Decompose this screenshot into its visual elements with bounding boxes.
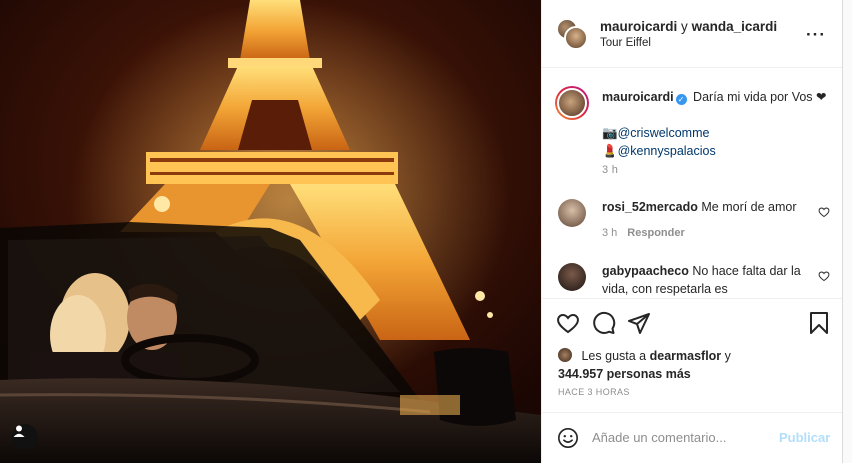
comment-text: Me morí de amor <box>701 200 797 214</box>
likes-count[interactable]: 344.957 personas más <box>558 367 691 381</box>
bookmark-icon[interactable] <box>808 311 830 335</box>
heart-icon[interactable] <box>556 311 580 335</box>
avatar[interactable] <box>558 199 586 227</box>
user-tag-icon[interactable] <box>12 424 38 450</box>
emoji-smile-icon[interactable] <box>557 427 579 449</box>
comment-username[interactable]: rosi_52mercado <box>602 200 698 214</box>
post-header: mauroicardi y wanda_icardi Tour Eiffel ·… <box>542 0 843 68</box>
likes-prefix: Les gusta a <box>581 349 647 363</box>
post-authors: mauroicardi y wanda_icardi <box>600 19 777 34</box>
author-link[interactable]: wanda_icardi <box>692 19 778 34</box>
location-link[interactable]: Tour Eiffel <box>600 37 651 49</box>
paper-plane-icon[interactable] <box>627 311 651 335</box>
author-separator: y <box>681 19 688 34</box>
post-side-panel: mauroicardi y wanda_icardi Tour Eiffel ·… <box>541 0 852 463</box>
publish-button[interactable]: Publicar <box>779 430 830 445</box>
more-horizontal-icon[interactable]: ··· <box>806 25 826 45</box>
caption: mauroicardi ✓ Daría mi vida por Vos ❤ 📷@c… <box>602 88 837 160</box>
likes-and: y <box>724 349 731 363</box>
comments-list[interactable]: mauroicardi ✓ Daría mi vida por Vos ❤ 📷@c… <box>542 69 843 298</box>
avatar <box>558 348 572 362</box>
comment-body: gabypaacheco No hace falta dar la vida, … <box>602 262 812 298</box>
instagram-post: mauroicardi y wanda_icardi Tour Eiffel ·… <box>0 0 852 463</box>
mention-link[interactable]: @kennyspalacios <box>618 144 716 158</box>
heart-icon[interactable] <box>818 206 830 218</box>
avatar[interactable] <box>555 86 589 120</box>
comment-input[interactable] <box>592 425 772 449</box>
comment-meta: 3 h Responder <box>602 227 685 239</box>
eiffel-tower-night-photo <box>0 0 541 463</box>
verified-badge-icon: ✓ <box>675 94 687 105</box>
reply-button[interactable]: Responder <box>627 227 684 239</box>
caption-username[interactable]: mauroicardi <box>602 90 674 104</box>
author-link[interactable]: mauroicardi <box>600 19 677 34</box>
comment-timestamp[interactable]: 3 h <box>602 227 617 239</box>
likes-summary[interactable]: Les gusta a dearmasflor y 344.957 person… <box>558 347 838 383</box>
mention-link[interactable]: @criswelcomme <box>618 126 710 140</box>
window-edge <box>842 0 852 463</box>
heart-icon[interactable] <box>818 270 830 282</box>
post-timestamp[interactable]: HACE 3 HORAS <box>558 387 630 397</box>
comment-username[interactable]: gabypaacheco <box>602 264 689 278</box>
credit-emoji-lipstick: 💄 <box>602 144 618 158</box>
caption-text: Daría mi vida por Vos ❤ <box>693 90 827 104</box>
likes-user-link[interactable]: dearmasflor <box>650 349 722 363</box>
post-actions <box>542 298 843 346</box>
collab-avatars[interactable] <box>556 18 588 50</box>
caption-timestamp[interactable]: 3 h <box>602 164 618 176</box>
post-photo[interactable] <box>0 0 541 463</box>
avatar <box>564 26 588 50</box>
comment-body: rosi_52mercado Me morí de amor <box>602 198 812 216</box>
add-comment-bar: Publicar <box>542 412 843 463</box>
avatar[interactable] <box>558 263 586 291</box>
comment-bubble-icon[interactable] <box>592 311 616 335</box>
credit-emoji-camera: 📷 <box>602 126 618 140</box>
